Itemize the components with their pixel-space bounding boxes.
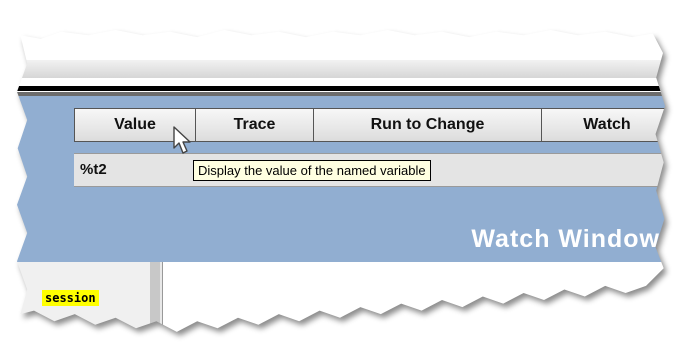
value-tooltip: Display the value of the named variable	[193, 160, 431, 181]
right-pane	[162, 262, 666, 332]
screenshot-stage: Value Trace Run to Change Watch %t2 Disp…	[0, 0, 680, 353]
run-to-change-button[interactable]: Run to Change	[314, 109, 542, 141]
torn-paper-screenshot: Value Trace Run to Change Watch %t2 Disp…	[17, 30, 666, 332]
mouse-pointer-icon	[173, 126, 191, 154]
watch-toolbar: Value Trace Run to Change Watch	[74, 108, 666, 142]
variable-name[interactable]: %t2	[80, 161, 107, 178]
watch-button[interactable]: Watch	[542, 109, 666, 141]
trace-button[interactable]: Trace	[196, 109, 314, 141]
left-pane	[17, 262, 160, 332]
top-window-strip	[17, 60, 666, 78]
divider-black	[17, 86, 666, 91]
watch-window-title: Watch Window	[471, 225, 660, 253]
session-tag[interactable]: session	[42, 290, 99, 306]
torn-shadow: Value Trace Run to Change Watch %t2 Disp…	[0, 0, 680, 353]
